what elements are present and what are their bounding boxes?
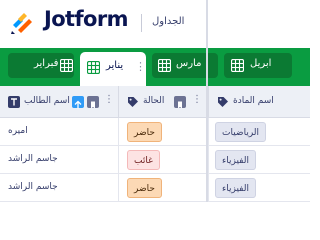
cell-subject[interactable]: الفيزياء xyxy=(208,174,310,202)
subject-badge: الرياضيات xyxy=(215,122,267,142)
table-grid-icon xyxy=(87,61,100,74)
status-badge: حاضر xyxy=(127,178,162,198)
student-name: جاسم الراشد xyxy=(8,182,58,192)
student-name: جاسم الراشد xyxy=(8,154,58,164)
tab-label: فبراير xyxy=(34,58,59,69)
brand-name[interactable]: Jotform xyxy=(44,7,128,31)
status-badge: غائب xyxy=(127,150,160,170)
tag-icon xyxy=(128,97,138,107)
table-grid-icon xyxy=(158,59,171,72)
cell-subject[interactable]: الفيزياء xyxy=(208,146,310,174)
column-label: اسم المادة xyxy=(233,96,274,106)
tab-march[interactable]: مارس xyxy=(152,53,218,78)
text-type-icon xyxy=(8,96,20,108)
tab-label: يناير xyxy=(106,60,124,71)
bookmark-icon[interactable] xyxy=(174,96,186,109)
column-header-subject[interactable]: اسم المادة xyxy=(208,86,310,118)
tab-february[interactable]: فبراير xyxy=(8,53,74,78)
column-label: اسم الطالب xyxy=(24,96,70,106)
tab-more-icon[interactable]: ⋮ xyxy=(135,60,146,74)
tag-icon xyxy=(218,97,228,107)
column-separator xyxy=(206,0,208,202)
table-grid-icon xyxy=(60,59,73,72)
column-more-icon[interactable]: ⋮ xyxy=(192,94,202,105)
table-grid-icon xyxy=(231,59,244,72)
table-row[interactable]: اميره حاضر الرياضيات xyxy=(0,118,310,146)
table-header-row: اسم الطالب ⋮ ⋮ الحالة اسم المادة xyxy=(0,86,310,118)
column-label: الحالة xyxy=(143,96,165,106)
bookmark-icon[interactable] xyxy=(87,96,99,109)
cell-student[interactable]: جاسم الراشد xyxy=(0,174,118,202)
cell-student[interactable]: جاسم الراشد xyxy=(0,146,118,174)
column-header-student[interactable]: اسم الطالب ⋮ xyxy=(0,86,118,118)
cell-subject[interactable]: الرياضيات xyxy=(208,118,310,146)
cell-status[interactable]: حاضر xyxy=(118,174,206,202)
tab-april[interactable]: ابريل xyxy=(224,53,292,78)
tab-label: مارس xyxy=(176,58,202,69)
student-name: اميره xyxy=(8,126,28,136)
cell-student[interactable]: اميره xyxy=(0,118,118,146)
app-header: Jotform الجداول xyxy=(0,0,310,46)
status-badge: حاضر xyxy=(127,122,162,142)
jotform-logo-icon[interactable] xyxy=(10,9,36,35)
header-divider xyxy=(141,14,142,32)
tab-january[interactable]: ⋮ يناير xyxy=(80,52,146,86)
subject-badge: الفيزياء xyxy=(215,178,256,198)
sheet-tab-bar: فبراير ⋮ يناير مارس ابريل xyxy=(0,48,310,86)
sort-ascending-icon[interactable] xyxy=(72,96,84,109)
app-title: الجداول xyxy=(152,16,185,27)
cell-status[interactable]: غائب xyxy=(118,146,206,174)
subject-badge: الفيزياء xyxy=(215,150,256,170)
table-row[interactable]: جاسم الراشد غائب الفيزياء xyxy=(0,146,310,174)
column-header-status[interactable]: ⋮ الحالة xyxy=(118,86,206,118)
tab-label: ابريل xyxy=(250,58,272,69)
table-row[interactable]: جاسم الراشد حاضر الفيزياء xyxy=(0,174,310,202)
column-more-icon[interactable]: ⋮ xyxy=(104,94,114,105)
cell-status[interactable]: حاضر xyxy=(118,118,206,146)
